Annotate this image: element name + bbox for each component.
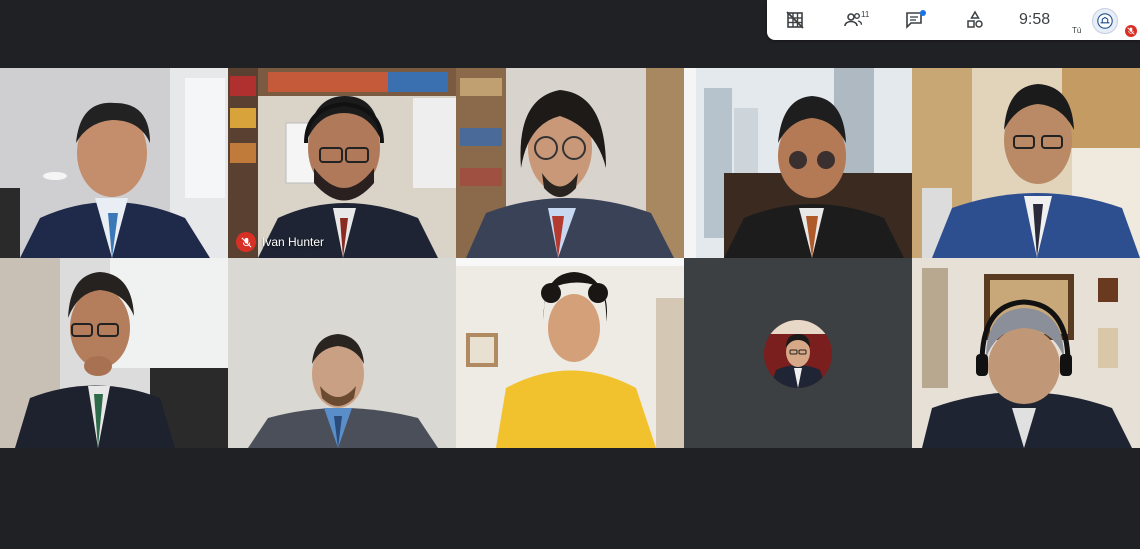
- participant-video: [456, 258, 684, 448]
- participant-video: [912, 68, 1140, 258]
- participant-video: [456, 68, 684, 258]
- self-label: Tú: [1072, 26, 1082, 35]
- self-mic-off-indicator: [1125, 25, 1137, 37]
- participant-name: Ivan Hunter: [262, 235, 325, 249]
- institution-logo-icon: [1097, 13, 1113, 29]
- participant-video: [912, 258, 1140, 448]
- chat-button[interactable]: [894, 6, 934, 34]
- unread-chat-indicator: [920, 10, 926, 16]
- participant-video: [684, 68, 912, 258]
- grid-off-icon: [786, 11, 804, 29]
- participant-tile-1[interactable]: [0, 68, 228, 258]
- self-avatar[interactable]: [1092, 8, 1118, 34]
- participant-tile-4[interactable]: [684, 68, 912, 258]
- participant-video: [228, 258, 456, 448]
- participant-video: [0, 68, 228, 258]
- participant-photo: [764, 320, 832, 388]
- participant-tile-6[interactable]: [0, 258, 228, 448]
- participant-tile-5[interactable]: [912, 68, 1140, 258]
- participant-tile-10[interactable]: [912, 258, 1140, 448]
- participant-name-tag: Ivan Hunter: [236, 232, 324, 252]
- participant-tile-3[interactable]: [456, 68, 684, 258]
- people-button[interactable]: 11: [833, 6, 873, 34]
- participant-tile-7[interactable]: [228, 258, 456, 448]
- mic-off-icon: [236, 232, 256, 252]
- layout-grid-toggle-button[interactable]: [775, 6, 815, 34]
- participant-avatar: [764, 320, 832, 388]
- meeting-toolbar: [767, 0, 1140, 40]
- activities-icon: [967, 10, 983, 28]
- participant-count: 11: [861, 10, 870, 19]
- mic-off-icon: [1127, 27, 1135, 35]
- participant-tile-2[interactable]: Ivan Hunter: [228, 68, 456, 258]
- video-grid: Ivan Hunter: [0, 68, 1140, 448]
- people-icon: [844, 13, 863, 27]
- participant-video: [0, 258, 228, 448]
- participant-tile-8[interactable]: [456, 258, 684, 448]
- participant-tile-9[interactable]: [684, 258, 912, 448]
- participant-video: [228, 68, 456, 258]
- meeting-clock: 9:58: [1019, 11, 1051, 28]
- activities-button[interactable]: [955, 6, 995, 34]
